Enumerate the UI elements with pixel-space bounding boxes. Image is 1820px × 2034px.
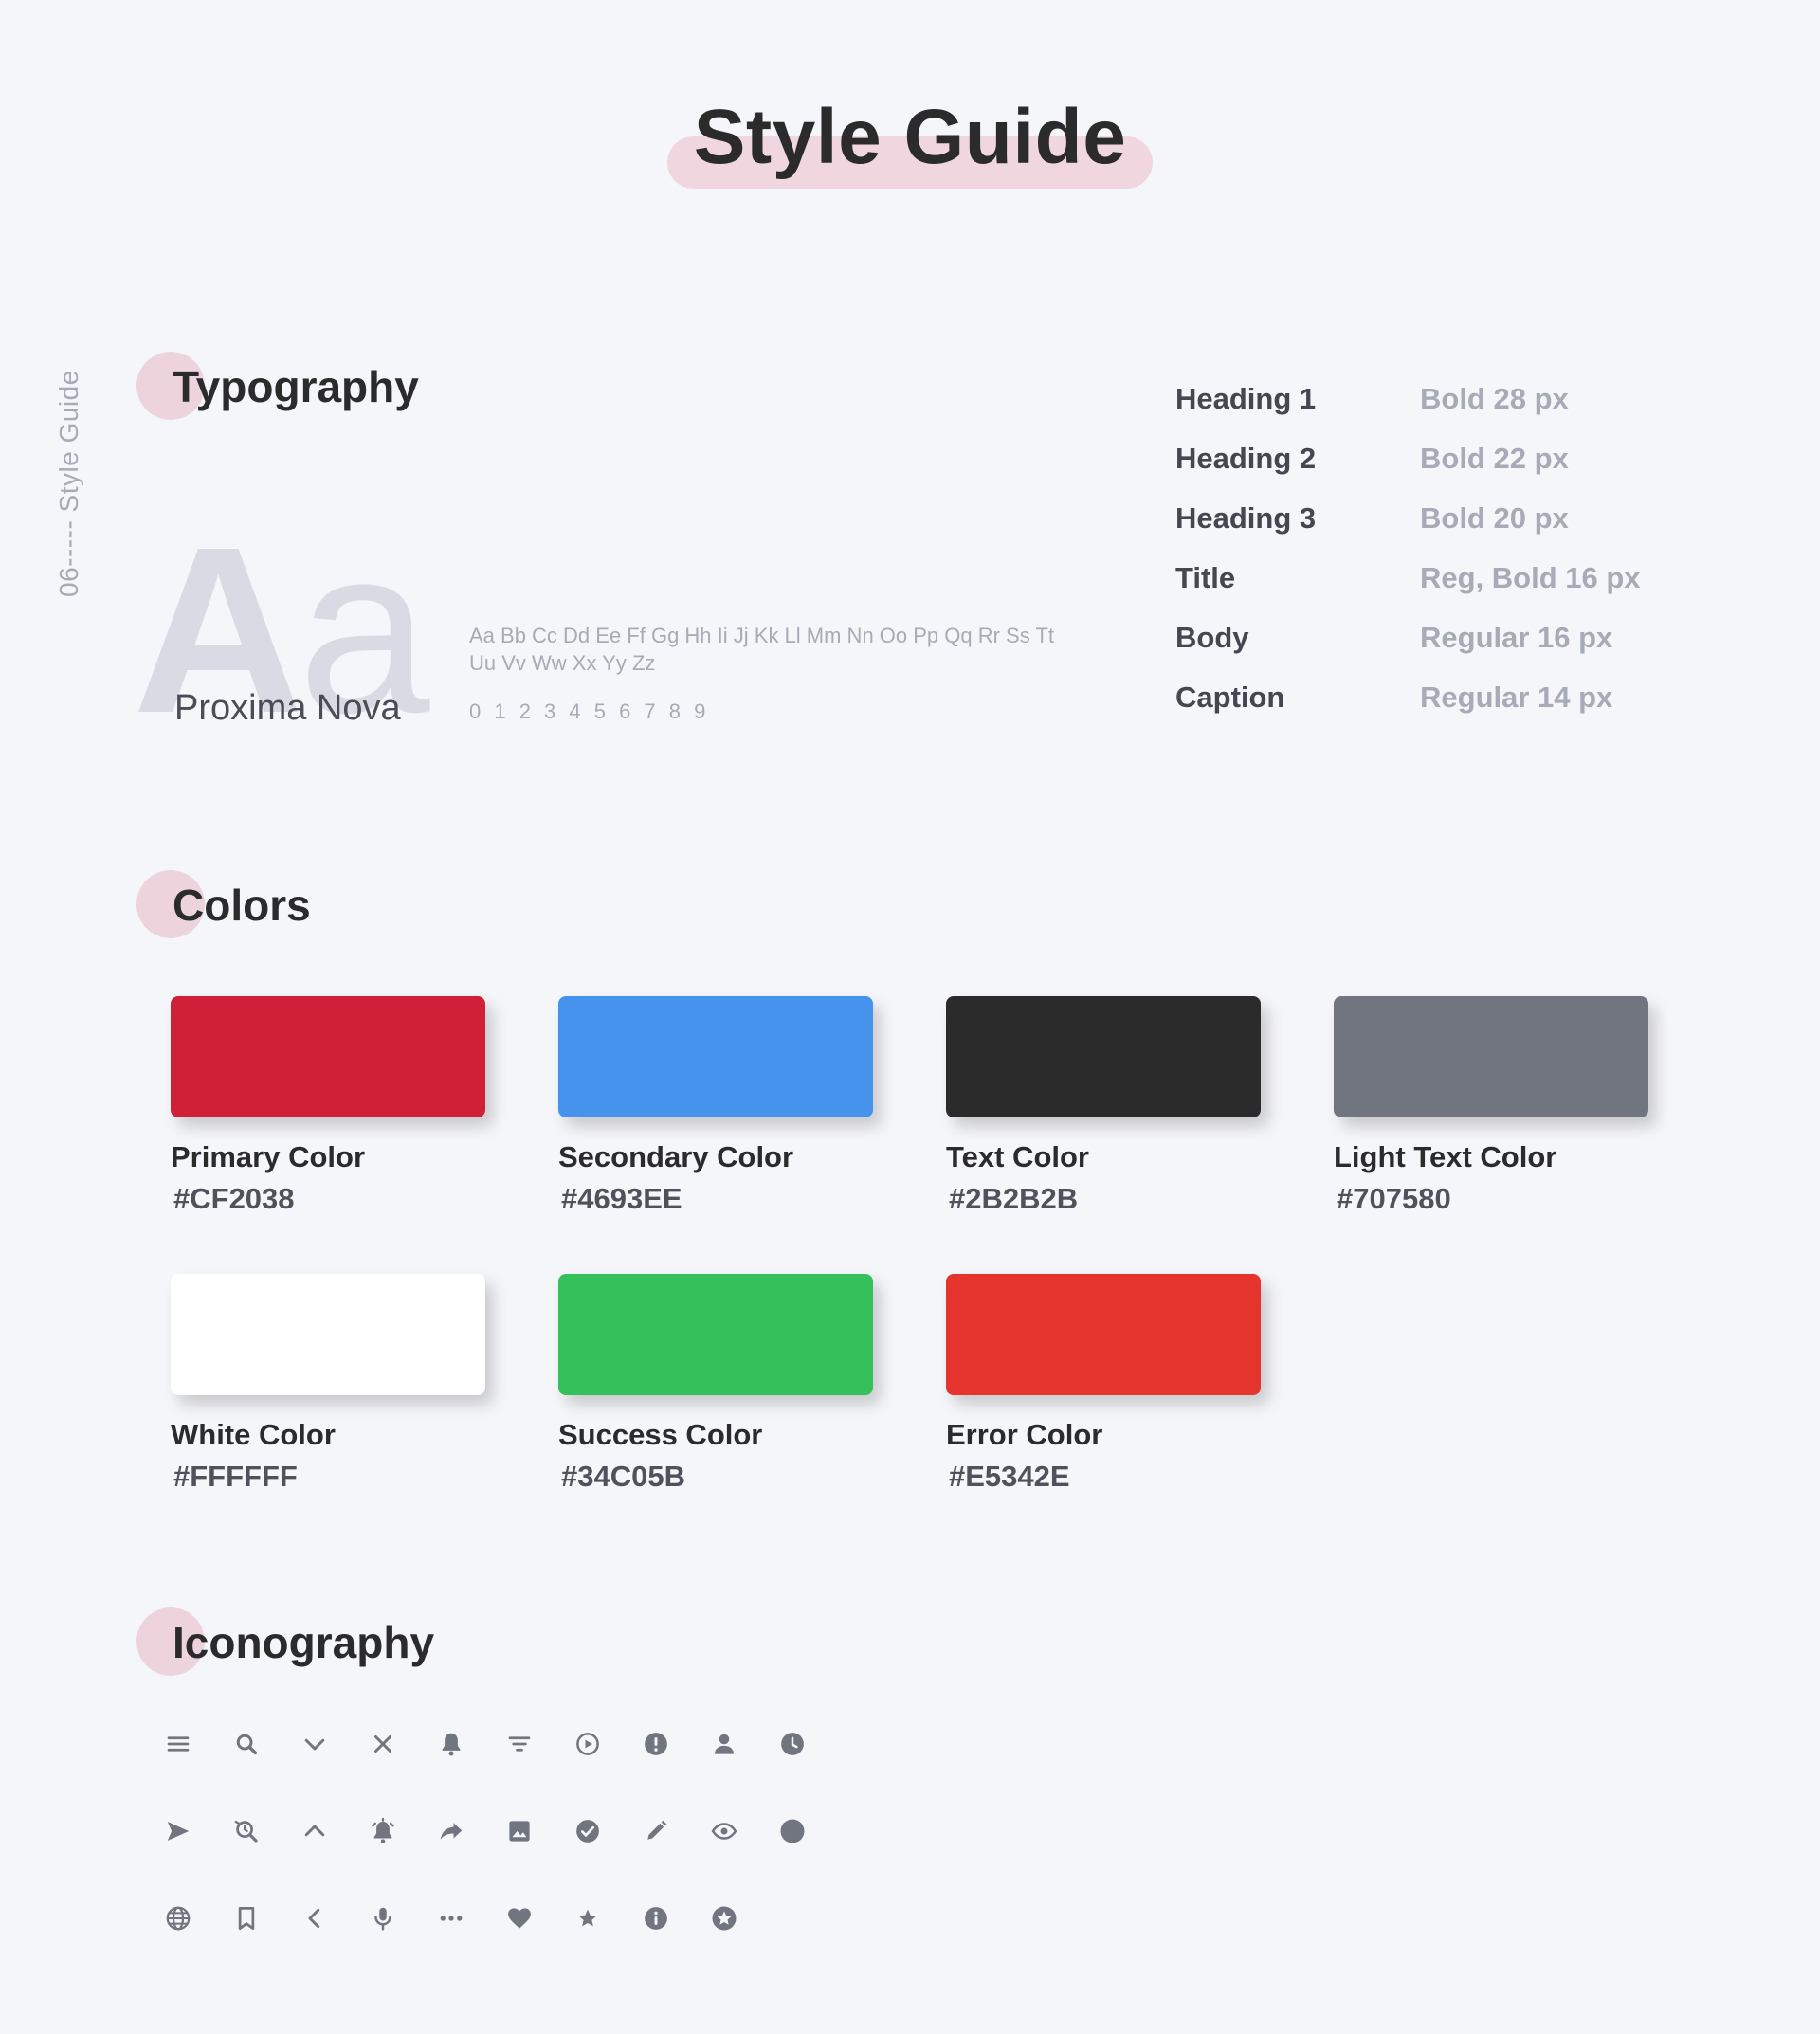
color-name: Light Text Color xyxy=(1334,1140,1557,1173)
share-icon xyxy=(437,1809,505,1853)
color-swatch xyxy=(558,996,873,1117)
color-hex: #2B2B2B xyxy=(949,1182,1079,1215)
color-hex: #CF2038 xyxy=(173,1182,295,1215)
chevron-left-icon xyxy=(300,1897,369,1940)
type-style-spec: Reg, Bold 16 px xyxy=(1420,561,1641,594)
menu-icon xyxy=(164,1722,232,1766)
play-circle-icon xyxy=(573,1722,642,1766)
type-style-spec: Bold 22 px xyxy=(1420,442,1569,475)
type-scale-row: Body Regular 16 px xyxy=(1175,621,1668,681)
clock-icon xyxy=(778,1722,846,1766)
color-swatch xyxy=(1334,996,1648,1117)
icon-row xyxy=(164,1722,846,1809)
color-swatch-card: Light Text Color #707580 xyxy=(1334,996,1648,1216)
color-swatch-card: Error Color #E5342E xyxy=(946,1274,1261,1494)
type-style-name: Title xyxy=(1175,561,1236,594)
color-name: Secondary Color xyxy=(558,1140,794,1173)
type-style-spec: Bold 20 px xyxy=(1420,501,1569,535)
type-style-spec: Regular 16 px xyxy=(1420,621,1613,654)
filter-icon xyxy=(505,1722,573,1766)
color-hex: #34C05B xyxy=(561,1460,685,1493)
star-icon xyxy=(573,1897,642,1940)
alphabet-sample: Aa Bb Cc Dd Ee Ff Gg Hh Ii Jj Kk Ll Mm N… xyxy=(469,624,1054,675)
color-swatch-card: White Color #FFFFFF xyxy=(171,1274,485,1494)
type-style-name: Caption xyxy=(1175,681,1285,714)
check-circle-icon xyxy=(573,1809,642,1853)
circle-icon xyxy=(778,1809,846,1853)
color-hex: #E5342E xyxy=(949,1460,1070,1493)
eye-icon xyxy=(710,1809,778,1853)
zoom-icon xyxy=(232,1809,300,1853)
chevron-up-icon xyxy=(300,1809,369,1853)
page-header: Style Guide xyxy=(0,93,1820,197)
color-hex: #4693EE xyxy=(561,1182,682,1215)
type-scale-row: Caption Regular 14 px xyxy=(1175,681,1668,740)
send-icon xyxy=(164,1809,232,1853)
bell-ring-icon xyxy=(369,1809,437,1853)
color-name: Text Color xyxy=(946,1140,1089,1173)
globe-icon xyxy=(164,1897,232,1940)
color-name: Primary Color xyxy=(171,1140,366,1173)
color-name: White Color xyxy=(171,1418,336,1451)
type-style-name: Heading 3 xyxy=(1175,501,1317,535)
type-scale-row: Heading 3 Bold 20 px xyxy=(1175,501,1668,561)
color-hex: #FFFFFF xyxy=(173,1460,298,1493)
page-title: Style Guide xyxy=(693,94,1127,180)
type-scale-row: Heading 2 Bold 22 px xyxy=(1175,442,1668,501)
color-swatch xyxy=(946,996,1261,1117)
user-icon xyxy=(710,1722,778,1766)
close-icon xyxy=(369,1722,437,1766)
search-icon xyxy=(232,1722,300,1766)
chevron-down-icon xyxy=(300,1722,369,1766)
style-guide-page: Style Guide 06----- Style Guide Typograp… xyxy=(0,0,1820,2034)
microphone-icon xyxy=(369,1897,437,1940)
pencil-icon xyxy=(642,1809,710,1853)
color-swatch xyxy=(946,1274,1261,1395)
icon-grid xyxy=(164,1722,846,1984)
color-name: Error Color xyxy=(946,1418,1103,1451)
color-swatch-card: Text Color #2B2B2B xyxy=(946,996,1261,1216)
bookmark-icon xyxy=(232,1897,300,1940)
type-style-spec: Regular 14 px xyxy=(1420,681,1613,714)
type-scale-row: Title Reg, Bold 16 px xyxy=(1175,561,1668,621)
type-scale-row: Heading 1 Bold 28 px xyxy=(1175,382,1668,442)
side-label: 06----- Style Guide xyxy=(54,370,83,597)
bell-icon xyxy=(437,1722,505,1766)
color-name: Success Color xyxy=(558,1418,763,1451)
color-swatch-card: Secondary Color #4693EE xyxy=(558,996,873,1216)
icon-row xyxy=(164,1897,846,1984)
type-style-name: Heading 1 xyxy=(1175,382,1317,415)
alert-circle-icon xyxy=(642,1722,710,1766)
section-title: Colors xyxy=(173,881,311,930)
color-swatch xyxy=(171,996,485,1117)
section-title: Typography xyxy=(173,362,419,411)
color-swatch xyxy=(171,1274,485,1395)
star-circle-icon xyxy=(710,1897,778,1940)
color-hex: #707580 xyxy=(1337,1182,1451,1215)
color-swatch xyxy=(558,1274,873,1395)
digits-sample: 0 1 2 3 4 5 6 7 8 9 xyxy=(469,699,710,723)
type-style-spec: Bold 28 px xyxy=(1420,382,1569,415)
color-swatch-card: Success Color #34C05B xyxy=(558,1274,873,1494)
image-icon xyxy=(505,1809,573,1853)
info-circle-icon xyxy=(642,1897,710,1940)
more-horizontal-icon xyxy=(437,1897,505,1940)
type-scale-table: Heading 1 Bold 28 px Heading 2 Bold 22 px He… xyxy=(1175,382,1668,740)
type-style-name: Body xyxy=(1175,621,1249,654)
heart-icon xyxy=(505,1897,573,1940)
icon-row xyxy=(164,1809,846,1897)
font-name: Proxima Nova xyxy=(174,688,401,728)
color-swatch-card: Primary Color #CF2038 xyxy=(171,996,485,1216)
type-style-name: Heading 2 xyxy=(1175,442,1317,475)
section-title: Iconography xyxy=(173,1618,435,1667)
